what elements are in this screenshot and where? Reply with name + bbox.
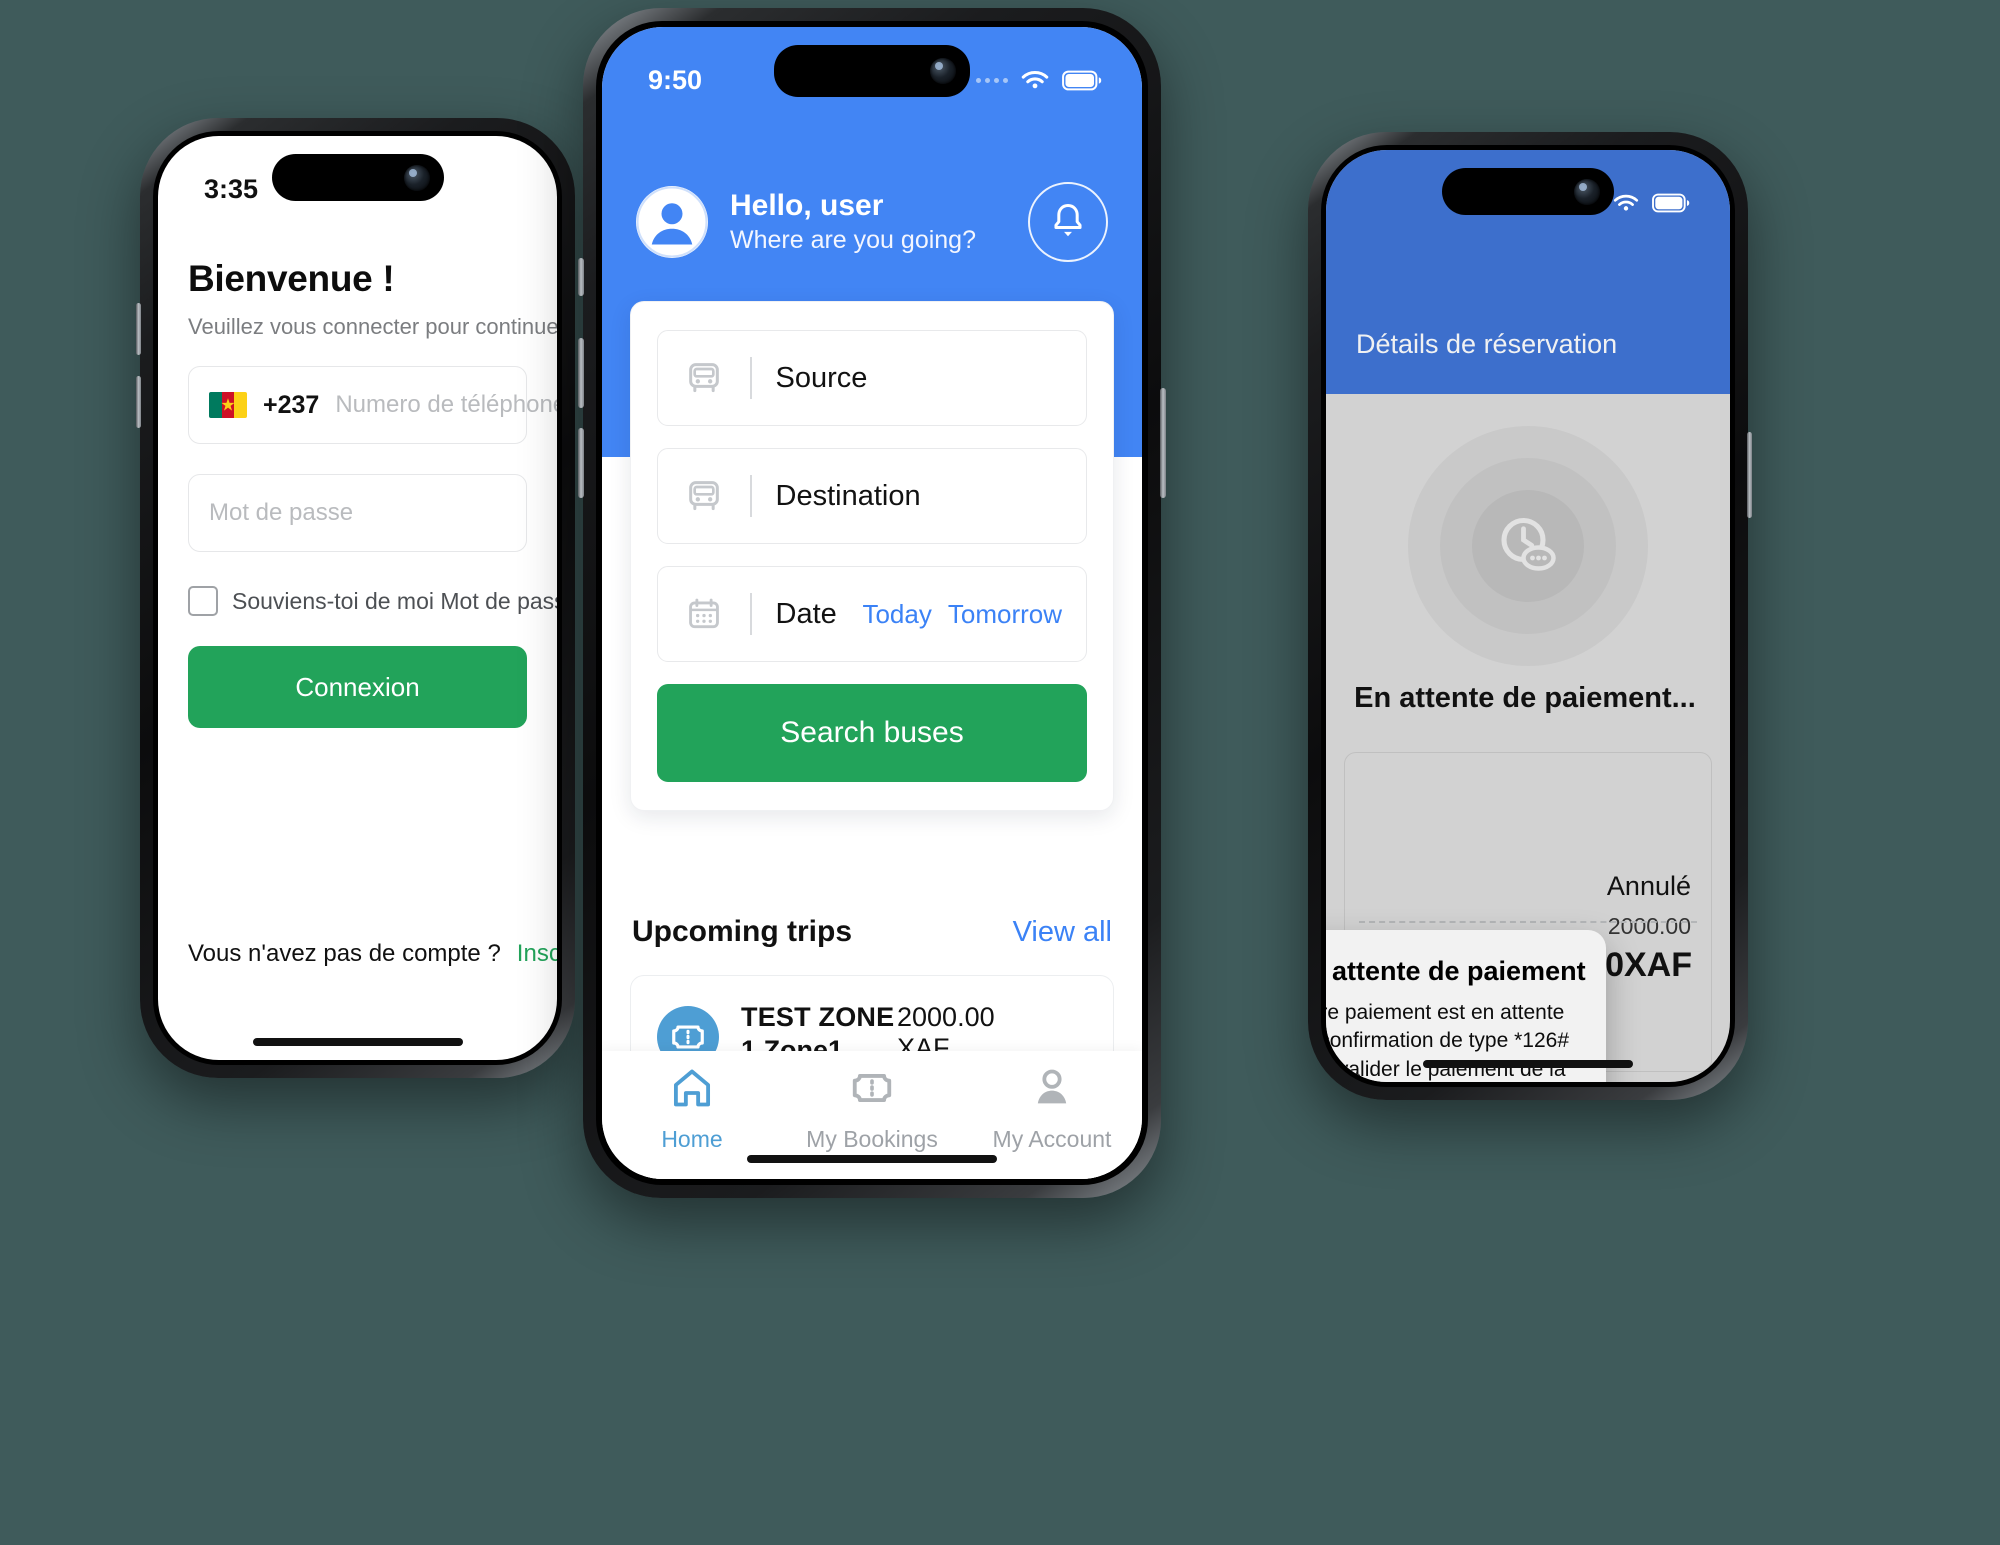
date-input[interactable]: Date Today Tomorrow <box>657 566 1087 662</box>
front-camera-icon <box>1574 178 1600 205</box>
remember-me-row[interactable]: Souviens-toi de moi Mot de passe oublié <box>188 586 557 616</box>
bell-icon[interactable] <box>1028 182 1108 262</box>
signup-row: Vous n'avez pas de compte ? Inscrivez-vo… <box>188 940 557 968</box>
greeting-block: Hello, user Where are you going? <box>730 189 1028 255</box>
trip-price: 2000.00 <box>897 1002 995 1032</box>
password-placeholder: Mot de passe <box>209 499 354 526</box>
login-phone-mockup: 3:35 Bienvenue ! Veuillez vous connecter… <box>136 118 575 1078</box>
home-header: Hello, user Where are you going? <box>636 182 1108 262</box>
phone-number-placeholder: Numero de téléphone <box>335 391 557 418</box>
dynamic-island <box>1442 168 1614 215</box>
volume-down-button[interactable] <box>136 376 141 428</box>
ticket-amount: 2000.00 <box>1607 913 1691 939</box>
volume-down-button[interactable] <box>578 428 584 498</box>
tab-home[interactable]: Home <box>602 1065 782 1153</box>
source-placeholder: Source <box>775 361 868 394</box>
appbar-title: Détails de réservation <box>1356 329 1618 359</box>
home-indicator <box>252 1038 463 1046</box>
login-button-label: Connexion <box>295 671 420 702</box>
front-camera-icon <box>403 164 430 191</box>
login-button[interactable]: Connexion <box>188 646 527 728</box>
signal-dots-icon <box>976 77 1008 83</box>
volume-up-button[interactable] <box>578 338 584 408</box>
password-field[interactable]: Mot de passe <box>188 474 527 552</box>
date-chip-tomorrow[interactable]: Tomorrow <box>948 599 1062 630</box>
tab-my-bookings-label: My Bookings <box>806 1126 938 1152</box>
view-all-link[interactable]: View all <box>1013 916 1112 949</box>
dialog-title: En attente de paiement <box>1326 956 1586 986</box>
mute-switch[interactable] <box>578 258 584 296</box>
tab-my-bookings[interactable]: My Bookings <box>782 1065 962 1153</box>
bus-icon <box>682 476 726 516</box>
payment-content: En attente de paiement... Annulé 2000.00… <box>1326 394 1730 1082</box>
phone-number-field[interactable]: ★ +237 Numero de téléphone <box>188 366 557 444</box>
home-phone-body: 9:50 Hello, user Where are you going? So… <box>596 21 1148 1185</box>
person-icon <box>1029 1065 1075 1116</box>
payment-phone-body: Détails de réservation En attente de pai… <box>1321 145 1735 1087</box>
field-divider <box>750 357 752 399</box>
greeting-prompt: Where are you going? <box>730 226 976 254</box>
dynamic-island <box>271 154 444 201</box>
search-buses-button[interactable]: Search buses <box>657 684 1087 782</box>
front-camera-icon <box>930 58 956 84</box>
power-button[interactable] <box>1747 432 1752 518</box>
tab-my-account-label: My Account <box>992 1126 1112 1152</box>
home-statusbar-right <box>976 68 1102 92</box>
upcoming-trips-header: Upcoming trips View all <box>632 915 1112 949</box>
clock-pending-icon <box>1408 426 1648 666</box>
dialog-message: Votre paiement est en attente de confirm… <box>1326 1001 1570 1081</box>
battery-icon <box>1062 70 1102 90</box>
page-subtitle: Veuillez vous connecter pour continuer <box>188 314 557 339</box>
login-statusbar-time: 3:35 <box>204 173 259 204</box>
payment-status-text: En attente de paiement... <box>1354 682 1696 714</box>
power-button[interactable] <box>1160 388 1166 498</box>
login-form: Bienvenue ! Veuillez vous connecter pour… <box>158 136 557 728</box>
field-divider <box>750 475 752 517</box>
wifi-icon <box>1613 194 1639 211</box>
upcoming-trips-title: Upcoming trips <box>632 915 853 948</box>
home-indicator <box>1423 1060 1633 1068</box>
cameroon-flag-icon: ★ <box>209 392 247 418</box>
home-screen: 9:50 Hello, user Where are you going? So… <box>602 27 1142 1179</box>
volume-up-button[interactable] <box>136 303 141 355</box>
source-input[interactable]: Source <box>657 330 1087 426</box>
signup-question: Vous n'avez pas de compte ? <box>188 940 501 967</box>
home-indicator <box>747 1155 997 1163</box>
home-statusbar-time: 9:50 <box>648 64 703 95</box>
payment-phone-mockup: Détails de réservation En attente de pai… <box>1308 132 1752 1100</box>
user-avatar-icon[interactable] <box>636 186 708 258</box>
date-label: Date <box>775 597 837 630</box>
calendar-icon <box>682 595 726 633</box>
trip-zone: TEST ZONE <box>741 1002 895 1032</box>
home-icon <box>669 1065 715 1116</box>
login-phone-body: 3:35 Bienvenue ! Veuillez vous connecter… <box>153 131 562 1065</box>
dynamic-island <box>774 45 970 97</box>
signup-link[interactable]: Inscrivez-vous <box>517 940 557 968</box>
page-title: Bienvenue ! <box>188 258 395 299</box>
date-chip-today[interactable]: Today <box>862 599 931 630</box>
remember-me-checkbox[interactable] <box>188 586 218 616</box>
tab-home-label: Home <box>661 1126 723 1152</box>
tab-my-account[interactable]: My Account <box>962 1065 1142 1153</box>
battery-icon <box>1652 193 1690 213</box>
ticket-status-label: Annulé <box>1606 871 1691 901</box>
bus-icon <box>682 358 726 398</box>
payment-screen: Détails de réservation En attente de pai… <box>1326 150 1730 1082</box>
ticket-icon <box>849 1065 895 1116</box>
search-buses-label: Search buses <box>780 716 964 749</box>
wifi-icon <box>1021 70 1049 89</box>
search-card: Source Destination Date Today Tomorrow S… <box>630 301 1114 811</box>
login-screen: 3:35 Bienvenue ! Veuillez vous connecter… <box>158 136 557 1060</box>
mockup-stage: 3:35 Bienvenue ! Veuillez vous connecter… <box>0 0 2000 1545</box>
card-divider <box>1359 921 1697 923</box>
country-code: +237 <box>263 390 320 419</box>
home-phone-mockup: 9:50 Hello, user Where are you going? So… <box>578 8 1166 1198</box>
greeting-text: Hello, user <box>730 189 884 222</box>
destination-placeholder: Destination <box>775 479 921 512</box>
field-divider <box>750 593 752 635</box>
remember-me-label: Souviens-toi de moi Mot de passe oublié <box>232 587 557 614</box>
destination-input[interactable]: Destination <box>657 448 1087 544</box>
